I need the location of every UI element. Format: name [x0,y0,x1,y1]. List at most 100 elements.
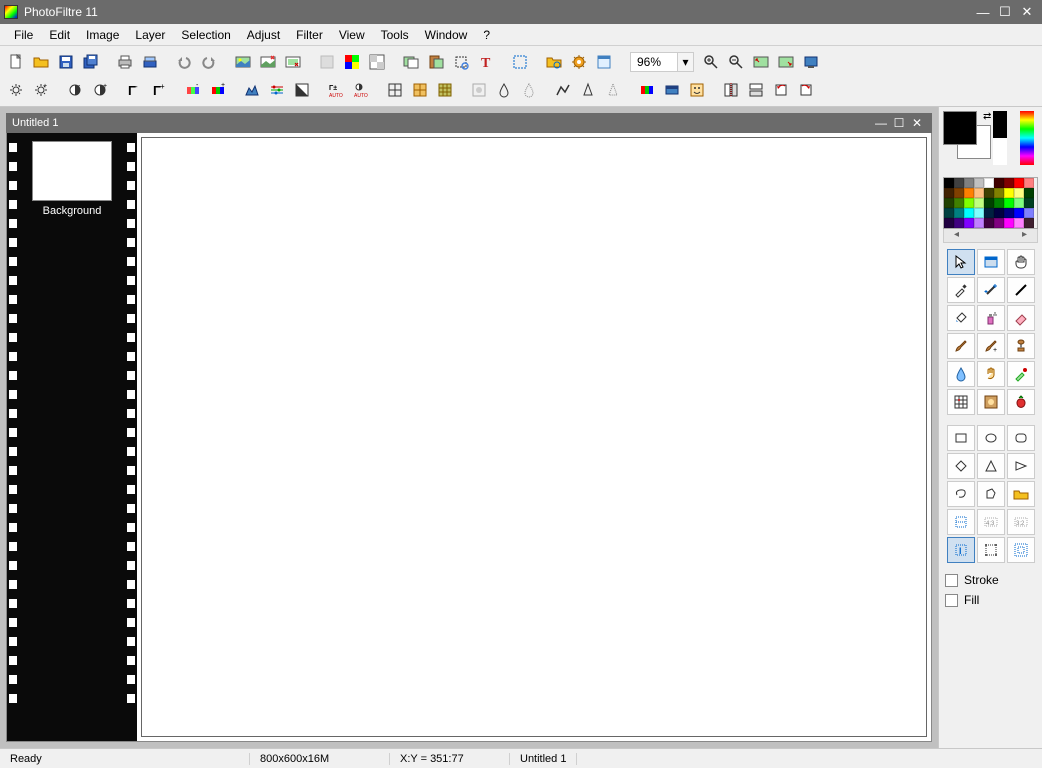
relief-icon[interactable] [551,78,575,102]
preferences-icon[interactable] [592,50,616,74]
menu-file[interactable]: File [6,25,41,45]
distort-tool[interactable] [947,389,975,415]
selection-tool[interactable] [977,249,1005,275]
maximize-button[interactable]: ☐ [994,5,1016,19]
drop-outline-icon[interactable] [517,78,541,102]
transparency-icon[interactable] [365,50,389,74]
lasso-shape[interactable] [947,481,975,507]
palette-swatch[interactable] [974,198,984,208]
menu-adjust[interactable]: Adjust [239,25,288,45]
palette-swatch[interactable] [1024,188,1034,198]
fit-window-icon[interactable] [749,50,773,74]
flip-v-icon[interactable] [744,78,768,102]
palette-swatch[interactable] [994,198,1004,208]
color-palette[interactable] [943,177,1038,229]
fullscreen-icon[interactable] [799,50,823,74]
gamma-minus-icon[interactable]: Γ- [122,78,146,102]
blur-tool[interactable] [947,361,975,387]
palette-swatch[interactable] [964,218,974,228]
doc-close-button[interactable]: ✕ [908,116,926,130]
eraser-tool[interactable] [1007,305,1035,331]
ellipse-shape[interactable] [977,425,1005,451]
palette-swatch[interactable] [994,178,1004,188]
strawberry-tool[interactable] [1007,389,1035,415]
close-button[interactable]: ✕ [1016,5,1038,19]
doc-minimize-button[interactable]: — [872,116,890,130]
histogram-icon[interactable] [240,78,264,102]
palette-swatch[interactable] [994,188,1004,198]
sharpen-icon[interactable] [576,78,600,102]
stroke-checkbox[interactable]: Stroke [945,573,1036,587]
zoom-combo[interactable]: 96% ▾ [630,52,694,72]
copy-image-icon[interactable] [399,50,423,74]
palette-swatch[interactable] [954,208,964,218]
document-titlebar[interactable]: Untitled 1 — ☐ ✕ [6,113,932,133]
menu-layer[interactable]: Layer [127,25,173,45]
palette-swatch[interactable] [1014,198,1024,208]
rotate-left-icon[interactable] [769,78,793,102]
drop-icon[interactable] [492,78,516,102]
menu-edit[interactable]: Edit [41,25,78,45]
triangle-shape[interactable] [977,453,1005,479]
art-tool[interactable] [977,389,1005,415]
diamond-shape[interactable] [947,453,975,479]
line-tool[interactable] [1007,277,1035,303]
palette-swatch[interactable] [1004,188,1014,198]
save-all-icon[interactable] [79,50,103,74]
swap-colors-icon[interactable]: ⇄ [983,111,991,122]
palette-swatch[interactable] [1024,208,1034,218]
contrast-plus-icon[interactable]: + [88,78,112,102]
palette-swatch[interactable] [1014,188,1024,198]
rounded-rect-shape[interactable] [1007,425,1035,451]
minimize-button[interactable]: — [972,5,994,19]
palette-swatch[interactable] [994,208,1004,218]
palette-swatch[interactable] [1024,218,1034,228]
option-e-icon[interactable] [977,537,1005,563]
smudge-tool[interactable] [977,361,1005,387]
palette-swatch[interactable] [944,198,954,208]
palette-next-icon[interactable]: ▸ [1022,229,1027,242]
palette-swatch[interactable] [1014,208,1024,218]
spray-tool[interactable] [977,305,1005,331]
redo-icon[interactable] [197,50,221,74]
brightness-plus-icon[interactable]: + [29,78,53,102]
color-variation-icon[interactable] [635,78,659,102]
palette-swatch[interactable] [964,208,974,218]
palette-swatch[interactable] [974,208,984,218]
palette-swatch[interactable] [1024,178,1034,188]
new-icon[interactable] [4,50,28,74]
palette-swatch[interactable] [1004,218,1014,228]
palette-swatch[interactable] [944,208,954,218]
rotate-right-icon[interactable] [794,78,818,102]
stamp-tool[interactable] [1007,333,1035,359]
foreground-color-swatch[interactable] [943,111,977,145]
undo-icon[interactable] [172,50,196,74]
hand-tool[interactable] [1007,249,1035,275]
grid-c-icon[interactable] [433,78,457,102]
explorer-icon[interactable] [542,50,566,74]
palette-swatch[interactable] [1004,198,1014,208]
palette-swatch[interactable] [984,208,994,218]
palette-swatch[interactable] [964,198,974,208]
palette-swatch[interactable] [974,188,984,198]
automation-icon[interactable] [567,50,591,74]
grayscale-icon[interactable] [290,78,314,102]
palette-swatch[interactable] [994,218,1004,228]
zoom-value[interactable]: 96% [630,52,678,72]
palette-swatch[interactable] [984,188,994,198]
save-icon[interactable] [54,50,78,74]
gamma-plus-icon[interactable]: Γ+ [147,78,171,102]
palette-swatch[interactable] [944,188,954,198]
option-d-icon[interactable]: I [947,537,975,563]
crop-icon[interactable] [449,50,473,74]
palette-swatch[interactable] [1004,208,1014,218]
spectrum-picker[interactable] [1020,111,1034,165]
brightness-minus-icon[interactable]: - [4,78,28,102]
saturation-minus-icon[interactable]: - [181,78,205,102]
palette-swatch[interactable] [1004,178,1014,188]
palette-swatch[interactable] [954,178,964,188]
image-1-icon[interactable] [231,50,255,74]
eyedropper-tool[interactable] [947,277,975,303]
open-icon[interactable] [29,50,53,74]
zoom-dropdown-icon[interactable]: ▾ [678,52,694,72]
